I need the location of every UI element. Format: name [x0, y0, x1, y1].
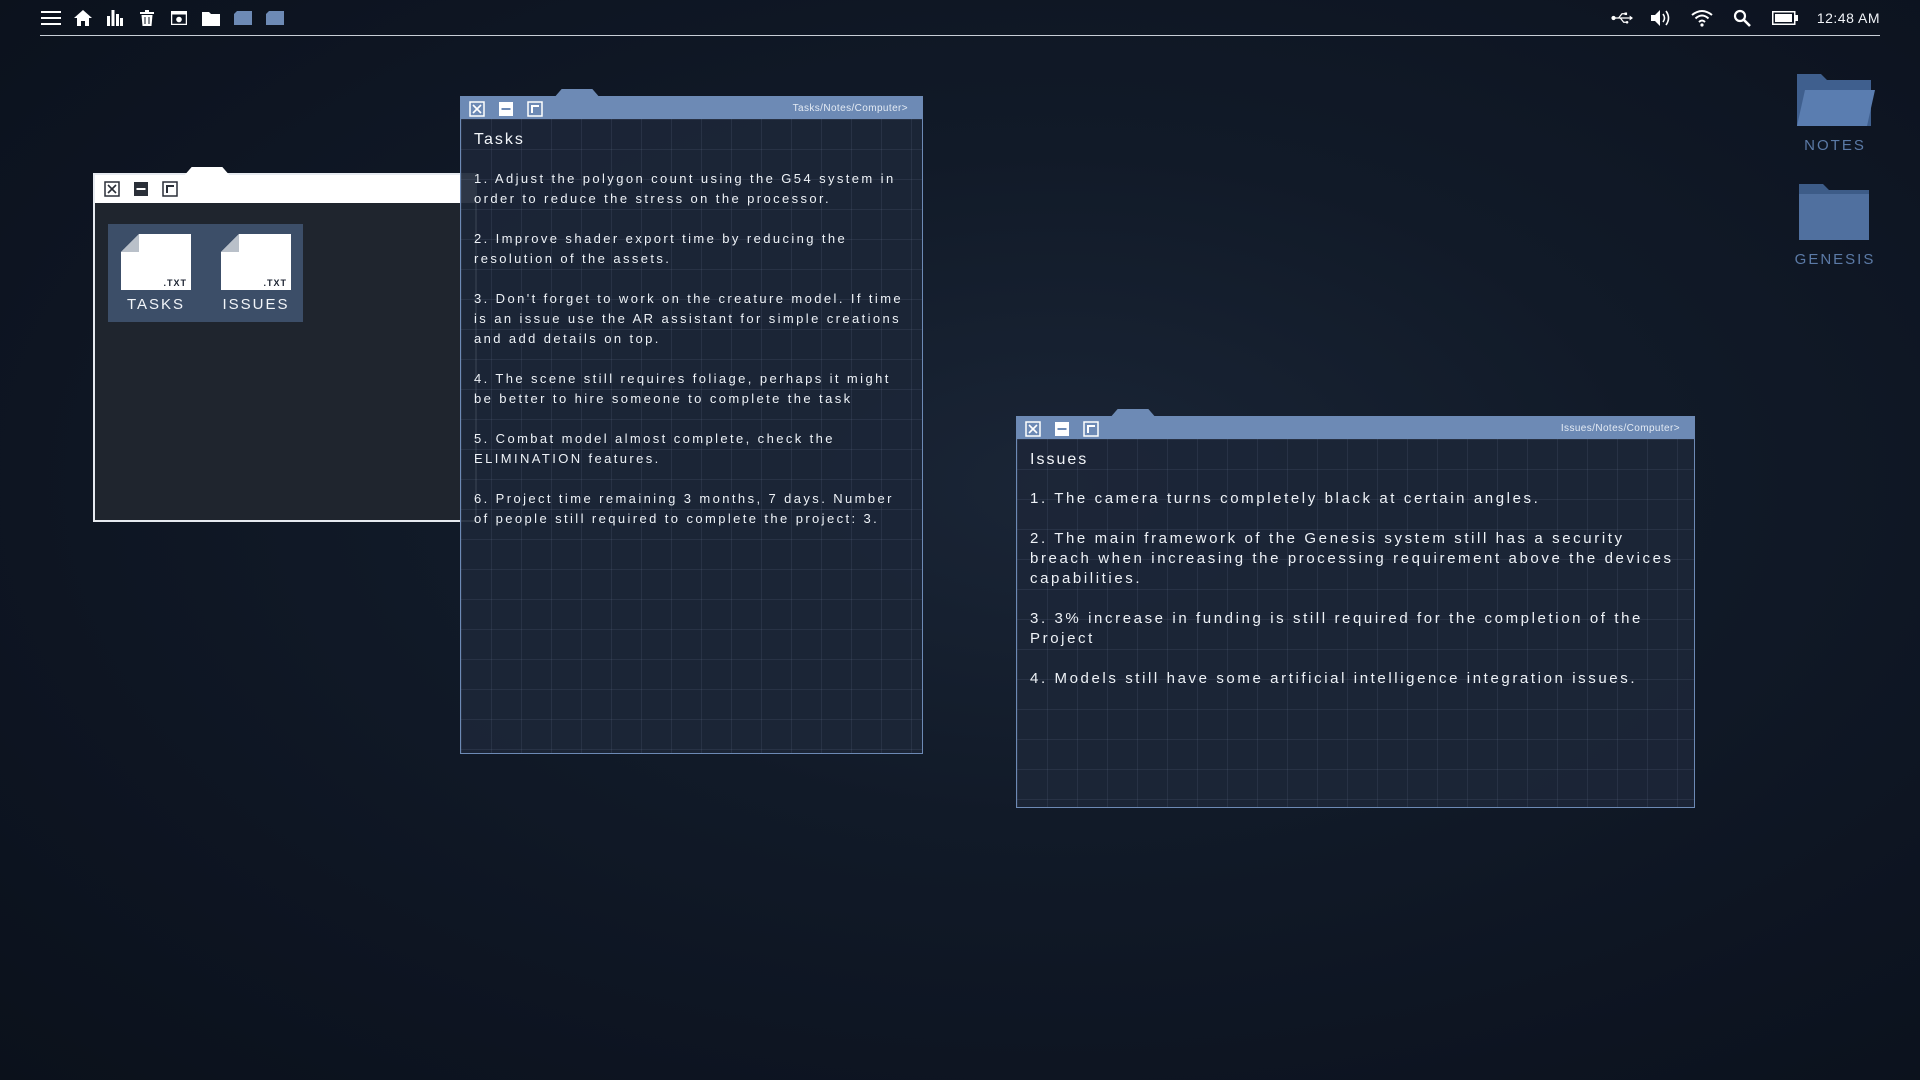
folder-tab-icon[interactable]: [232, 7, 254, 29]
menu-icon[interactable]: [40, 7, 62, 29]
note-title: Issues: [1030, 451, 1089, 468]
issues-note-body[interactable]: Issues 1. The camera turns completely bl…: [1017, 439, 1694, 807]
list-item: 4. The scene still requires foliage, per…: [474, 371, 891, 406]
usb-icon[interactable]: [1611, 7, 1633, 29]
folder-icon[interactable]: [200, 7, 222, 29]
file-label: ISSUES: [222, 296, 290, 313]
issues-file[interactable]: .TXT ISSUES: [219, 234, 293, 313]
tasks-note-body[interactable]: Tasks 1. Adjust the polygon count using …: [461, 119, 922, 753]
trash-icon[interactable]: [136, 7, 158, 29]
genesis-desktop-folder[interactable]: GENESIS: [1790, 182, 1880, 268]
issues-list: 1. The camera turns completely black at …: [1030, 489, 1686, 709]
list-item: 1. Adjust the polygon count using the G5…: [474, 171, 896, 206]
close-icon[interactable]: [469, 101, 485, 117]
txt-file-icon: .TXT: [221, 234, 291, 290]
folder-label: NOTES: [1804, 137, 1866, 154]
list-item: 2. Improve shader export time by reducin…: [474, 231, 848, 266]
window-tab: [183, 167, 231, 177]
home-icon[interactable]: [72, 7, 94, 29]
list-item: 2. The main framework of the Genesis sys…: [1030, 530, 1674, 587]
notes-desktop-folder[interactable]: NOTES: [1790, 70, 1880, 154]
close-icon[interactable]: [1025, 421, 1041, 437]
file-label: TASKS: [126, 296, 186, 313]
file-explorer-window: .TXT TASKS .TXT ISSUES: [93, 167, 477, 522]
folder-tab-icon[interactable]: [264, 7, 286, 29]
file-extension: .TXT: [263, 278, 287, 288]
tasks-window-titlebar[interactable]: Tasks/Notes/Computer>: [461, 89, 922, 119]
top-bar-left: [40, 7, 286, 29]
picture-icon[interactable]: [168, 7, 190, 29]
issues-note-window: Issues/Notes/Computer> Issues 1. The cam…: [1016, 409, 1695, 808]
top-bar-right: 12:48 AM: [1611, 7, 1880, 29]
tasks-note-window: Tasks/Notes/Computer> Tasks 1. Adjust th…: [460, 89, 923, 754]
stats-icon[interactable]: [104, 7, 126, 29]
close-icon[interactable]: [104, 181, 120, 197]
tasks-file[interactable]: .TXT TASKS: [119, 234, 193, 313]
open-folder-icon: [1797, 74, 1875, 126]
note-title: Tasks: [474, 131, 525, 148]
txt-file-icon: .TXT: [121, 234, 191, 290]
issues-window-titlebar[interactable]: Issues/Notes/Computer>: [1017, 409, 1694, 439]
tasks-list: 1. Adjust the polygon count using the G5…: [474, 169, 914, 549]
list-item: 3. Don't forget to work on the creature …: [474, 291, 904, 346]
folder-icon: [1799, 184, 1869, 240]
window-path: Issues/Notes/Computer>: [1560, 423, 1680, 434]
window-tab: [553, 89, 601, 99]
list-item: 5. Combat model almost complete, check t…: [474, 431, 835, 466]
list-item: 4. Models still have some artificial int…: [1030, 670, 1638, 687]
clock: 12:48 AM: [1816, 10, 1880, 26]
minimize-icon[interactable]: [133, 181, 149, 197]
minimize-icon[interactable]: [1054, 421, 1070, 437]
list-item: 3. 3% increase in funding is still requi…: [1030, 610, 1643, 647]
minimize-icon[interactable]: [498, 101, 514, 117]
file-window-titlebar[interactable]: [95, 167, 475, 203]
maximize-icon[interactable]: [527, 101, 543, 117]
maximize-icon[interactable]: [162, 181, 178, 197]
window-path: Tasks/Notes/Computer>: [792, 103, 908, 114]
list-item: 1. The camera turns completely black at …: [1030, 490, 1541, 507]
window-tab: [1109, 409, 1157, 419]
file-extension: .TXT: [163, 278, 187, 288]
list-item: 6. Project time remaining 3 months, 7 da…: [474, 491, 894, 526]
top-bar: 12:48 AM: [40, 0, 1880, 36]
wifi-icon[interactable]: [1691, 7, 1713, 29]
search-icon[interactable]: [1731, 7, 1753, 29]
maximize-icon[interactable]: [1083, 421, 1099, 437]
folder-label: GENESIS: [1794, 251, 1876, 268]
battery-icon[interactable]: [1771, 7, 1799, 29]
volume-icon[interactable]: [1650, 7, 1673, 29]
